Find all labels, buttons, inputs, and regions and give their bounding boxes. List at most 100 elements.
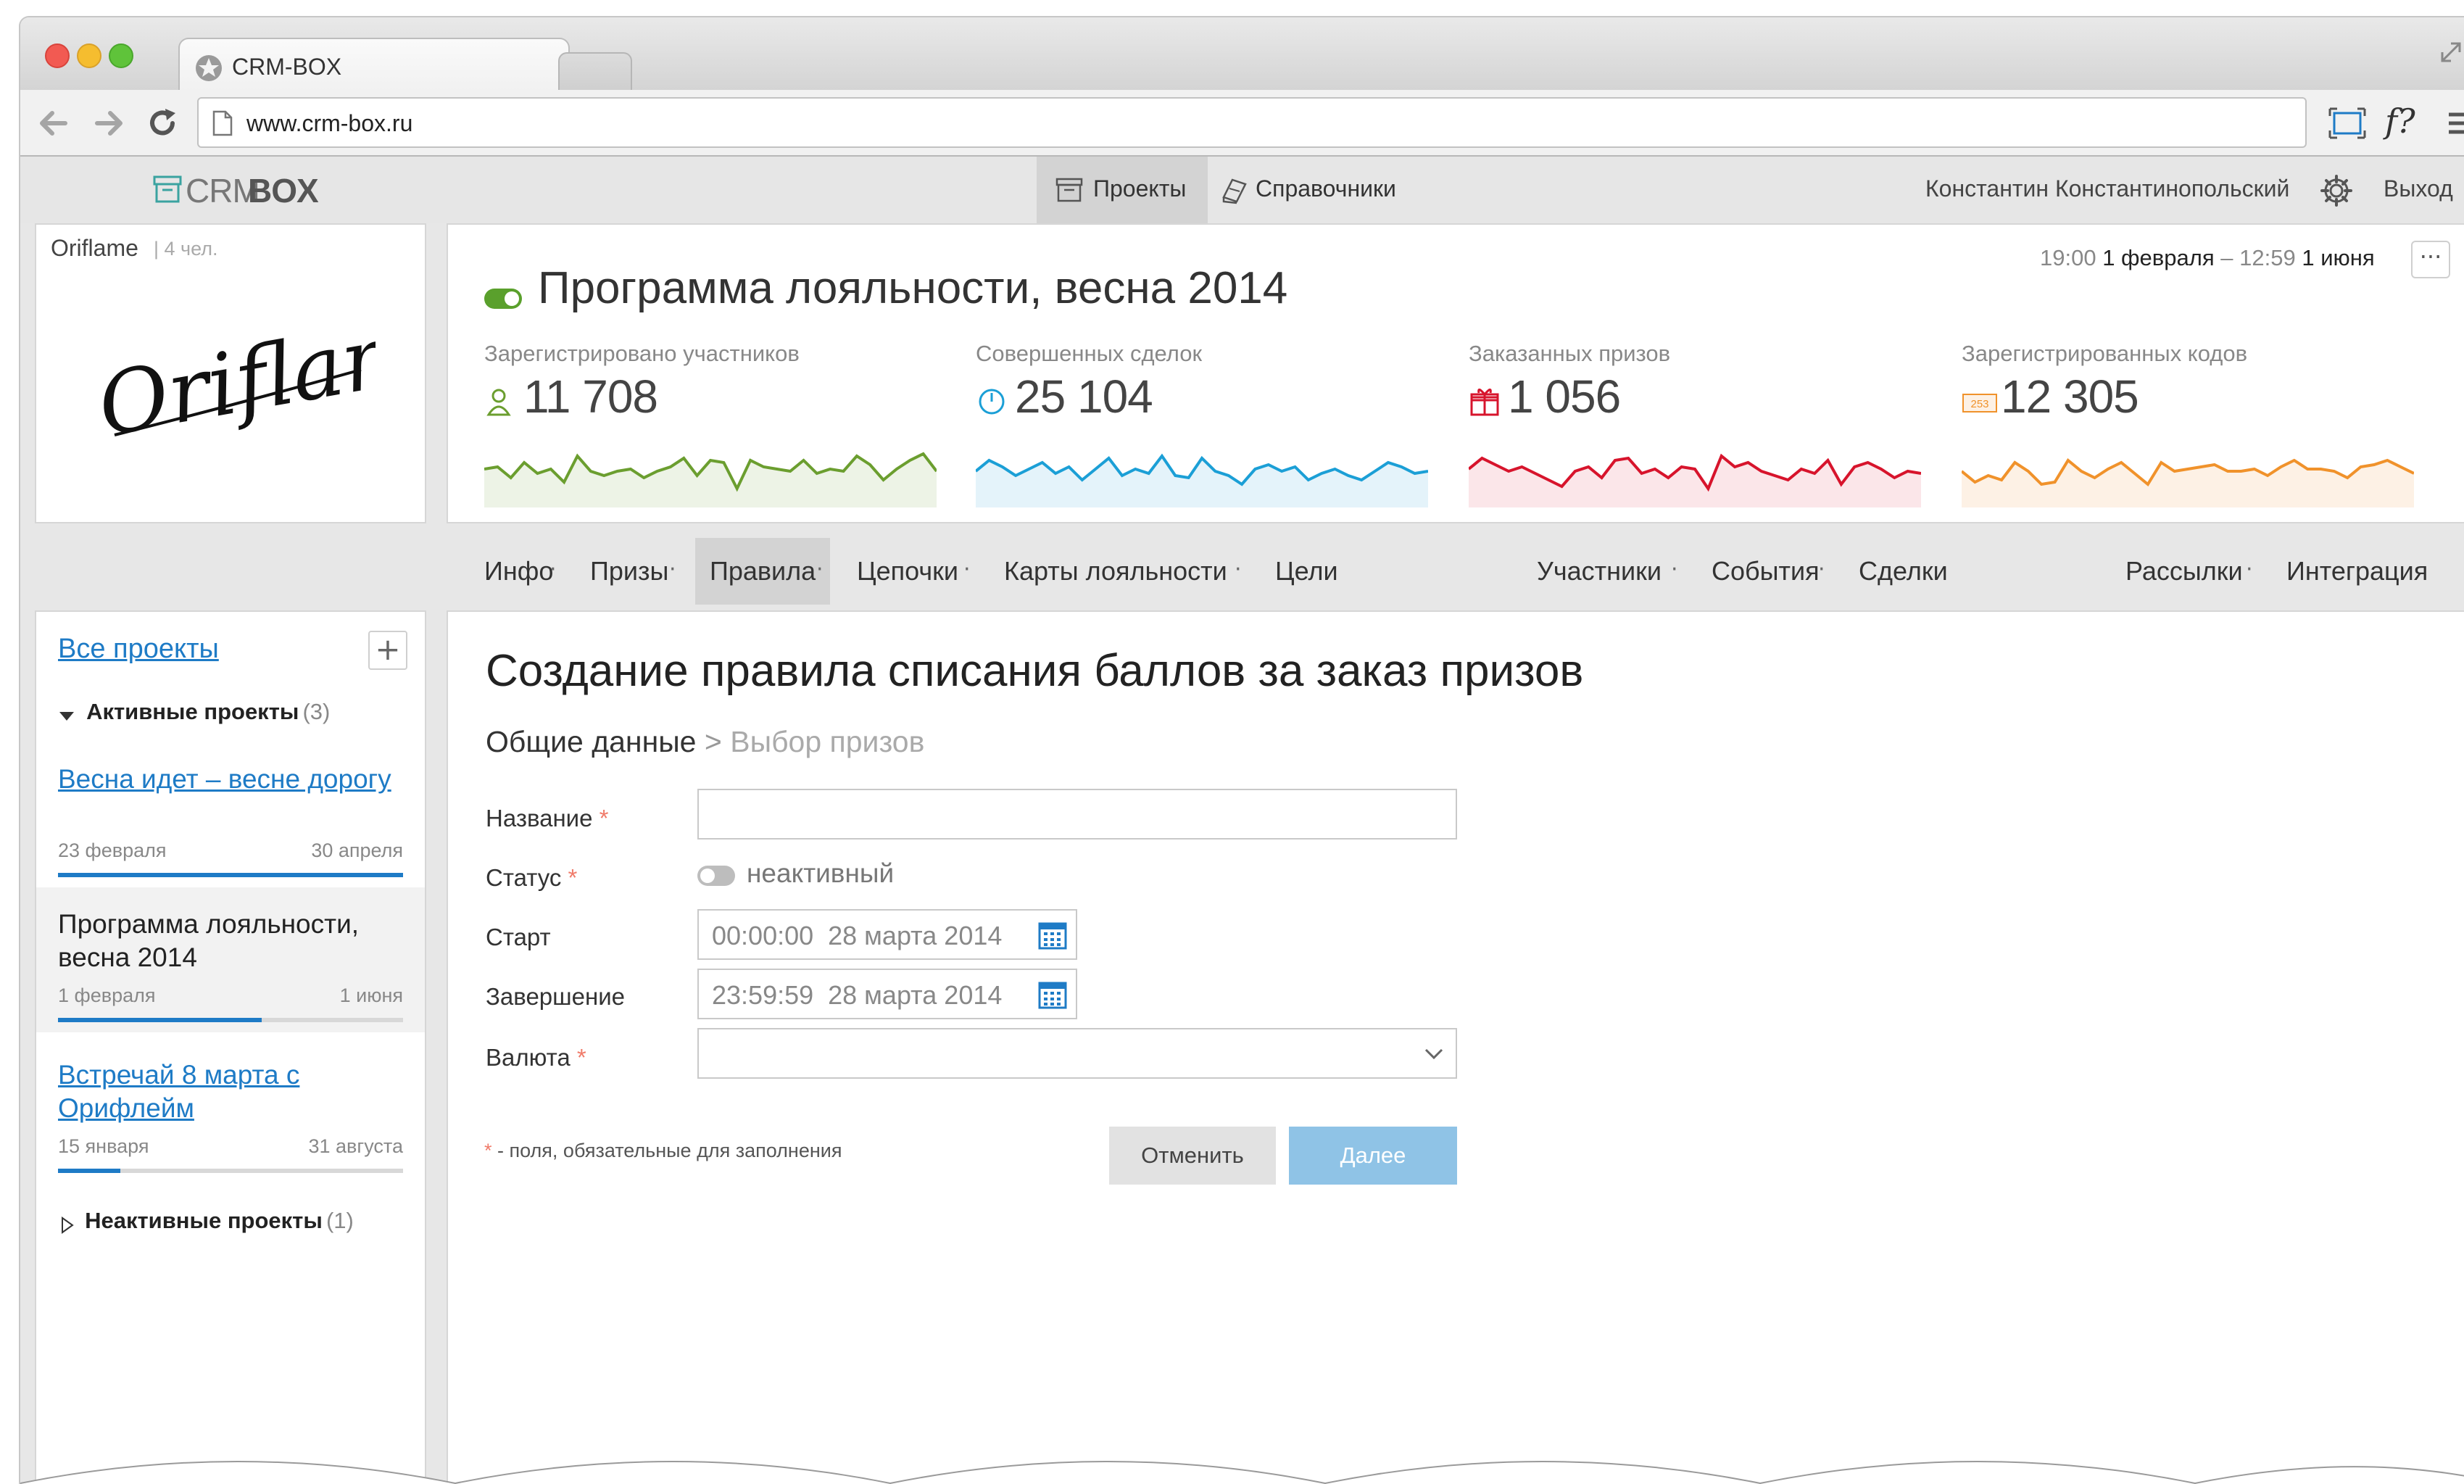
star-favicon-icon xyxy=(196,55,222,81)
project-list-item[interactable]: Встречай 8 марта с Орифлейм 15 января 31 а… xyxy=(36,1038,425,1183)
tab-item[interactable]: Призы xyxy=(576,538,683,605)
inactive-projects-count: (1) xyxy=(325,1208,354,1233)
active-toggle[interactable] xyxy=(484,289,522,309)
project-menu-button[interactable]: ··· xyxy=(2411,241,2450,278)
active-projects-toggle[interactable]: Активные проекты (3) xyxy=(58,699,330,725)
user-name[interactable]: Константин Константинопольский xyxy=(1925,175,2289,202)
nav-directories[interactable]: Справочники xyxy=(1208,157,1411,223)
tab-item[interactable]: Интеграция xyxy=(2272,538,2442,605)
torn-edge-decoration xyxy=(20,1461,2464,1484)
status-toggle[interactable] xyxy=(697,866,735,886)
calendar-icon[interactable] xyxy=(1038,980,1067,1009)
zoom-window-button[interactable] xyxy=(109,43,133,68)
tab-item[interactable]: Участники xyxy=(1522,538,1676,605)
required-note-text: - поля, обязательные для заполнения xyxy=(491,1140,842,1161)
screen-capture-icon[interactable] xyxy=(2327,106,2368,141)
step-next[interactable]: Выбор призов xyxy=(730,725,924,758)
start-label: Старт xyxy=(486,924,551,950)
oriflame-logo-text: Oriflame xyxy=(91,326,376,456)
end-datetime-input[interactable]: 23:59:59 28 марта 2014 xyxy=(697,969,1077,1019)
members-count: 4 чел. xyxy=(164,238,218,260)
tab-item[interactable]: Цепочки xyxy=(842,538,973,605)
minimize-window-button[interactable] xyxy=(77,43,101,68)
end-day: 1 июня xyxy=(2302,245,2375,270)
form-heading: Создание правила списания баллов за зака… xyxy=(486,646,1584,696)
gear-icon[interactable] xyxy=(2320,174,2353,207)
active-projects-label: Активные проекты xyxy=(86,699,299,724)
address-bar[interactable]: www.crm-box.ru xyxy=(197,97,2307,148)
currency-label-text: Валюта xyxy=(486,1044,571,1071)
project-title-link[interactable]: Встречай 8 марта с Орифлейм xyxy=(58,1058,399,1125)
project-list-item[interactable]: Программа лояльности, весна 2014 1 феврал… xyxy=(36,887,425,1032)
required-star: * xyxy=(599,805,609,832)
project-title-link[interactable]: Весна идет – весне дорогу xyxy=(58,763,399,796)
start-datetime-input[interactable]: 00:00:00 28 марта 2014 xyxy=(697,909,1077,960)
calendar-icon[interactable] xyxy=(1038,921,1067,950)
project-title-link[interactable]: Программа лояльности, весна 2014 xyxy=(58,908,399,974)
tab-item[interactable]: Сделки xyxy=(1844,538,1962,605)
active-projects-count: (3) xyxy=(302,699,331,724)
project-list-item[interactable]: Весна идет – весне дорогу 23 февраля 30 ап… xyxy=(36,742,425,887)
start-day: 1 февраля xyxy=(2102,245,2215,270)
close-window-button[interactable] xyxy=(45,43,70,68)
forward-arrow-icon[interactable] xyxy=(91,107,126,139)
tab-item[interactable]: Карты лояльности xyxy=(990,538,1242,605)
back-arrow-icon[interactable] xyxy=(36,107,71,139)
tab-separator: · xyxy=(2246,557,2253,582)
gift-icon xyxy=(1470,389,1499,416)
required-star: * xyxy=(568,864,578,891)
crm-app: CRM BOX Проекты Справочники Константин К… xyxy=(20,157,2464,1484)
nav-directories-label: Справочники xyxy=(1256,175,1396,202)
browser-tab[interactable]: CRM-BOX xyxy=(178,38,570,91)
archive-icon xyxy=(1055,178,1083,202)
company-name: Oriflame xyxy=(51,235,138,261)
stat-value: 12 305 xyxy=(2001,370,2139,423)
fullscreen-icon[interactable] xyxy=(2438,39,2464,65)
form-steps: Общие данные > Выбор призов xyxy=(486,725,924,759)
tab-separator: · xyxy=(1671,557,1678,582)
url-text[interactable]: www.crm-box.ru xyxy=(246,110,412,137)
font-finder-icon[interactable]: f? xyxy=(2385,101,2415,141)
new-tab-button[interactable] xyxy=(558,52,632,90)
add-project-button[interactable]: + xyxy=(368,631,407,670)
project-progress-bar xyxy=(58,1018,403,1022)
stat-block: Заказанных призов 1 056 xyxy=(1469,341,1925,515)
sparkline xyxy=(484,452,937,507)
tab-item[interactable]: Цели xyxy=(1261,538,1353,605)
cancel-button[interactable]: Отменить xyxy=(1109,1127,1276,1185)
stat-value: 1 056 xyxy=(1508,370,1621,423)
end-value: 23:59:59 28 марта 2014 xyxy=(712,980,1003,1010)
tab-item[interactable]: Рассылки xyxy=(2111,538,2257,605)
required-star: * xyxy=(484,1140,492,1161)
menu-icon[interactable] xyxy=(2446,110,2464,136)
sparkline-area xyxy=(1469,456,1921,507)
nav-projects-label: Проекты xyxy=(1093,175,1187,202)
project-end-date: 30 апреля xyxy=(311,840,403,861)
project-start-date: 15 января xyxy=(58,1135,149,1157)
name-input[interactable] xyxy=(697,789,1457,840)
reload-icon[interactable] xyxy=(145,106,180,141)
end-time: 12:59 xyxy=(2239,245,2296,270)
project-end-date: 1 июня xyxy=(339,985,403,1006)
tab-item[interactable]: Правила xyxy=(695,538,831,605)
sparkline-area xyxy=(1962,460,2414,507)
stat-label: Зарегистрированных кодов xyxy=(1962,341,2248,366)
project-dates: 19:00 1 февраля – 12:59 1 июня xyxy=(2040,245,2375,271)
tab-item[interactable]: События xyxy=(1697,538,1834,605)
project-progress-fill xyxy=(58,1169,120,1173)
status-label-text: Статус xyxy=(486,864,562,891)
all-projects-link[interactable]: Все проекты xyxy=(58,634,219,665)
project-progress-fill xyxy=(58,1018,262,1022)
inactive-projects-toggle[interactable]: Неактивные проекты (1) xyxy=(58,1208,354,1234)
stat-label: Зарегистрировано участников xyxy=(484,341,800,366)
name-label: Название * xyxy=(486,805,608,832)
inactive-projects-label: Неактивные проекты xyxy=(85,1208,323,1233)
nav-projects[interactable]: Проекты xyxy=(1037,157,1208,223)
svg-text:253: 253 xyxy=(1970,398,1988,410)
code-icon: 253 xyxy=(1962,394,1997,413)
next-button[interactable]: Далее xyxy=(1289,1127,1457,1185)
currency-select[interactable] xyxy=(697,1028,1457,1079)
logout-link[interactable]: Выход xyxy=(2384,175,2453,202)
rule-form-panel: Создание правила списания баллов за зака… xyxy=(447,610,2464,1484)
tab-title: CRM-BOX xyxy=(232,54,342,80)
